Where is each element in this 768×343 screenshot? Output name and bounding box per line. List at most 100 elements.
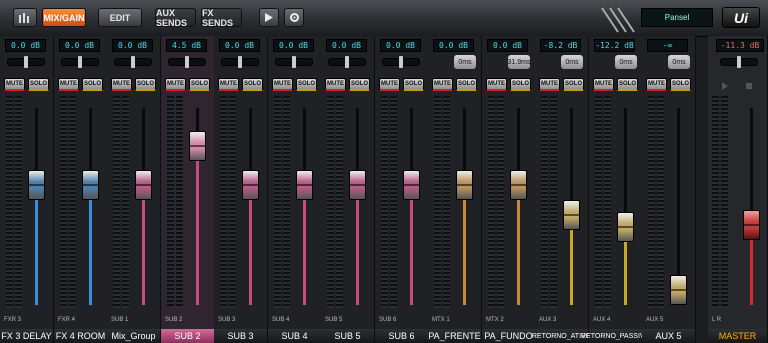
pan-slider[interactable]: [382, 56, 420, 68]
mute-button[interactable]: MUTE: [111, 78, 132, 91]
solo-button[interactable]: SOLO: [28, 78, 49, 91]
channel-name[interactable]: Mix_Group: [107, 329, 160, 343]
delay-button[interactable]: 0ms: [668, 55, 690, 69]
master-transport-icon[interactable]: [716, 80, 760, 92]
channel-name[interactable]: RETORNO_PASSIVO: [581, 329, 650, 343]
solo-button[interactable]: SOLO: [242, 78, 263, 91]
channel-name[interactable]: SUB 6: [375, 329, 428, 343]
delay-button[interactable]: 31.9ms: [508, 55, 530, 69]
mute-button[interactable]: MUTE: [432, 78, 453, 91]
channel-fader[interactable]: [296, 169, 313, 200]
mute-button[interactable]: MUTE: [325, 78, 346, 91]
level-meter-left: [220, 96, 227, 308]
gain-display: -8.2 dB: [540, 39, 581, 52]
mute-button[interactable]: MUTE: [4, 78, 25, 91]
mute-button[interactable]: MUTE: [165, 78, 186, 91]
mute-button[interactable]: MUTE: [593, 78, 614, 91]
channel-fader[interactable]: [670, 275, 687, 305]
channel-name[interactable]: AUX 5: [642, 329, 695, 343]
mute-button[interactable]: MUTE: [486, 78, 507, 91]
fader-level: [356, 184, 359, 305]
mute-button[interactable]: MUTE: [379, 78, 400, 91]
level-meter-left: [648, 96, 655, 308]
fader-level: [142, 184, 145, 305]
level-meter-right: [69, 96, 76, 308]
mute-button[interactable]: MUTE: [539, 78, 560, 91]
aux-sends-tab[interactable]: AUX SENDS: [155, 8, 196, 28]
channel-fader[interactable]: [510, 169, 527, 200]
channel-fader[interactable]: [456, 169, 473, 200]
solo-button[interactable]: SOLO: [296, 78, 317, 91]
channel-name[interactable]: FX 3 DELAY: [0, 329, 53, 343]
level-meter-left: [274, 96, 281, 308]
channel-fader[interactable]: [349, 169, 366, 200]
solo-button[interactable]: SOLO: [189, 78, 210, 91]
channel-name[interactable]: SUB 3: [214, 329, 267, 343]
level-meter-right: [122, 96, 129, 308]
solo-button[interactable]: SOLO: [617, 78, 638, 91]
level-meter-left: [167, 96, 174, 308]
gain-display: 0.0 dB: [5, 39, 46, 52]
master-fader[interactable]: [743, 209, 760, 240]
delay-button[interactable]: 0ms: [615, 55, 637, 69]
solo-button[interactable]: SOLO: [82, 78, 103, 91]
play-icon[interactable]: [259, 8, 279, 27]
channel-name[interactable]: PA_FRENTE: [428, 329, 481, 343]
solo-button[interactable]: SOLO: [563, 78, 584, 91]
gain-display: 0.0 dB: [219, 39, 260, 52]
channel-fader[interactable]: [28, 169, 45, 200]
fader-level: [89, 184, 92, 305]
channel-name[interactable]: SUB 5: [321, 329, 374, 343]
slash-decor-icon: [601, 7, 635, 33]
solo-button[interactable]: SOLO: [510, 78, 531, 91]
mute-button[interactable]: MUTE: [218, 78, 239, 91]
settings-gear-icon[interactable]: [284, 8, 304, 27]
delay-button[interactable]: 0ms: [454, 55, 476, 69]
channel-name[interactable]: SUB 2: [161, 329, 214, 343]
channel-fader[interactable]: [189, 131, 206, 162]
channel-code: AUX 4: [593, 317, 611, 323]
mix-gain-tab[interactable]: MIX/GAIN: [42, 8, 86, 27]
level-meter-right: [657, 96, 664, 308]
edit-tab[interactable]: EDIT: [98, 8, 142, 27]
mute-button[interactable]: MUTE: [646, 78, 667, 91]
master-pan-slider[interactable]: [720, 56, 758, 68]
pan-slider[interactable]: [7, 56, 45, 68]
pan-slider[interactable]: [275, 56, 313, 68]
pan-slider[interactable]: [61, 56, 99, 68]
channel-name[interactable]: FX 4 ROOM: [54, 329, 107, 343]
pan-slider[interactable]: [168, 56, 206, 68]
delay-button[interactable]: 0ms: [561, 55, 583, 69]
channel-code: MTX 2: [486, 317, 504, 323]
pan-slider[interactable]: [221, 56, 259, 68]
channel-code: AUX 5: [646, 317, 664, 323]
mute-button[interactable]: MUTE: [272, 78, 293, 91]
channel-fader[interactable]: [242, 169, 259, 200]
channel-code: SUB 4: [272, 317, 290, 323]
channel-fader[interactable]: [563, 199, 580, 230]
channel-fader[interactable]: [617, 211, 634, 242]
solo-button[interactable]: SOLO: [670, 78, 691, 91]
level-meter-right: [336, 96, 343, 308]
channel-code: SUB 3: [218, 317, 236, 323]
meters-icon[interactable]: [13, 8, 37, 27]
preset-display[interactable]: Pansel: [641, 8, 713, 27]
channel-name[interactable]: SUB 4: [268, 329, 321, 343]
channel-code: SUB 6: [379, 317, 397, 323]
pan-slider[interactable]: [114, 56, 152, 68]
pan-slider[interactable]: [328, 56, 366, 68]
solo-button[interactable]: SOLO: [456, 78, 477, 91]
solo-button[interactable]: SOLO: [135, 78, 156, 91]
solo-button[interactable]: SOLO: [349, 78, 370, 91]
fx-sends-tab[interactable]: FX SENDS: [201, 8, 242, 28]
level-meter-right: [283, 96, 290, 308]
gain-display: 0.0 dB: [59, 39, 100, 52]
channel-fader[interactable]: [135, 169, 152, 200]
mute-button[interactable]: MUTE: [58, 78, 79, 91]
master-name: MASTER: [708, 329, 767, 343]
channel-name[interactable]: PA_FUNDO: [482, 329, 535, 343]
channel-fader[interactable]: [403, 169, 420, 200]
channel-fader[interactable]: [82, 169, 99, 200]
solo-button[interactable]: SOLO: [403, 78, 424, 91]
level-meter-right: [15, 96, 22, 308]
